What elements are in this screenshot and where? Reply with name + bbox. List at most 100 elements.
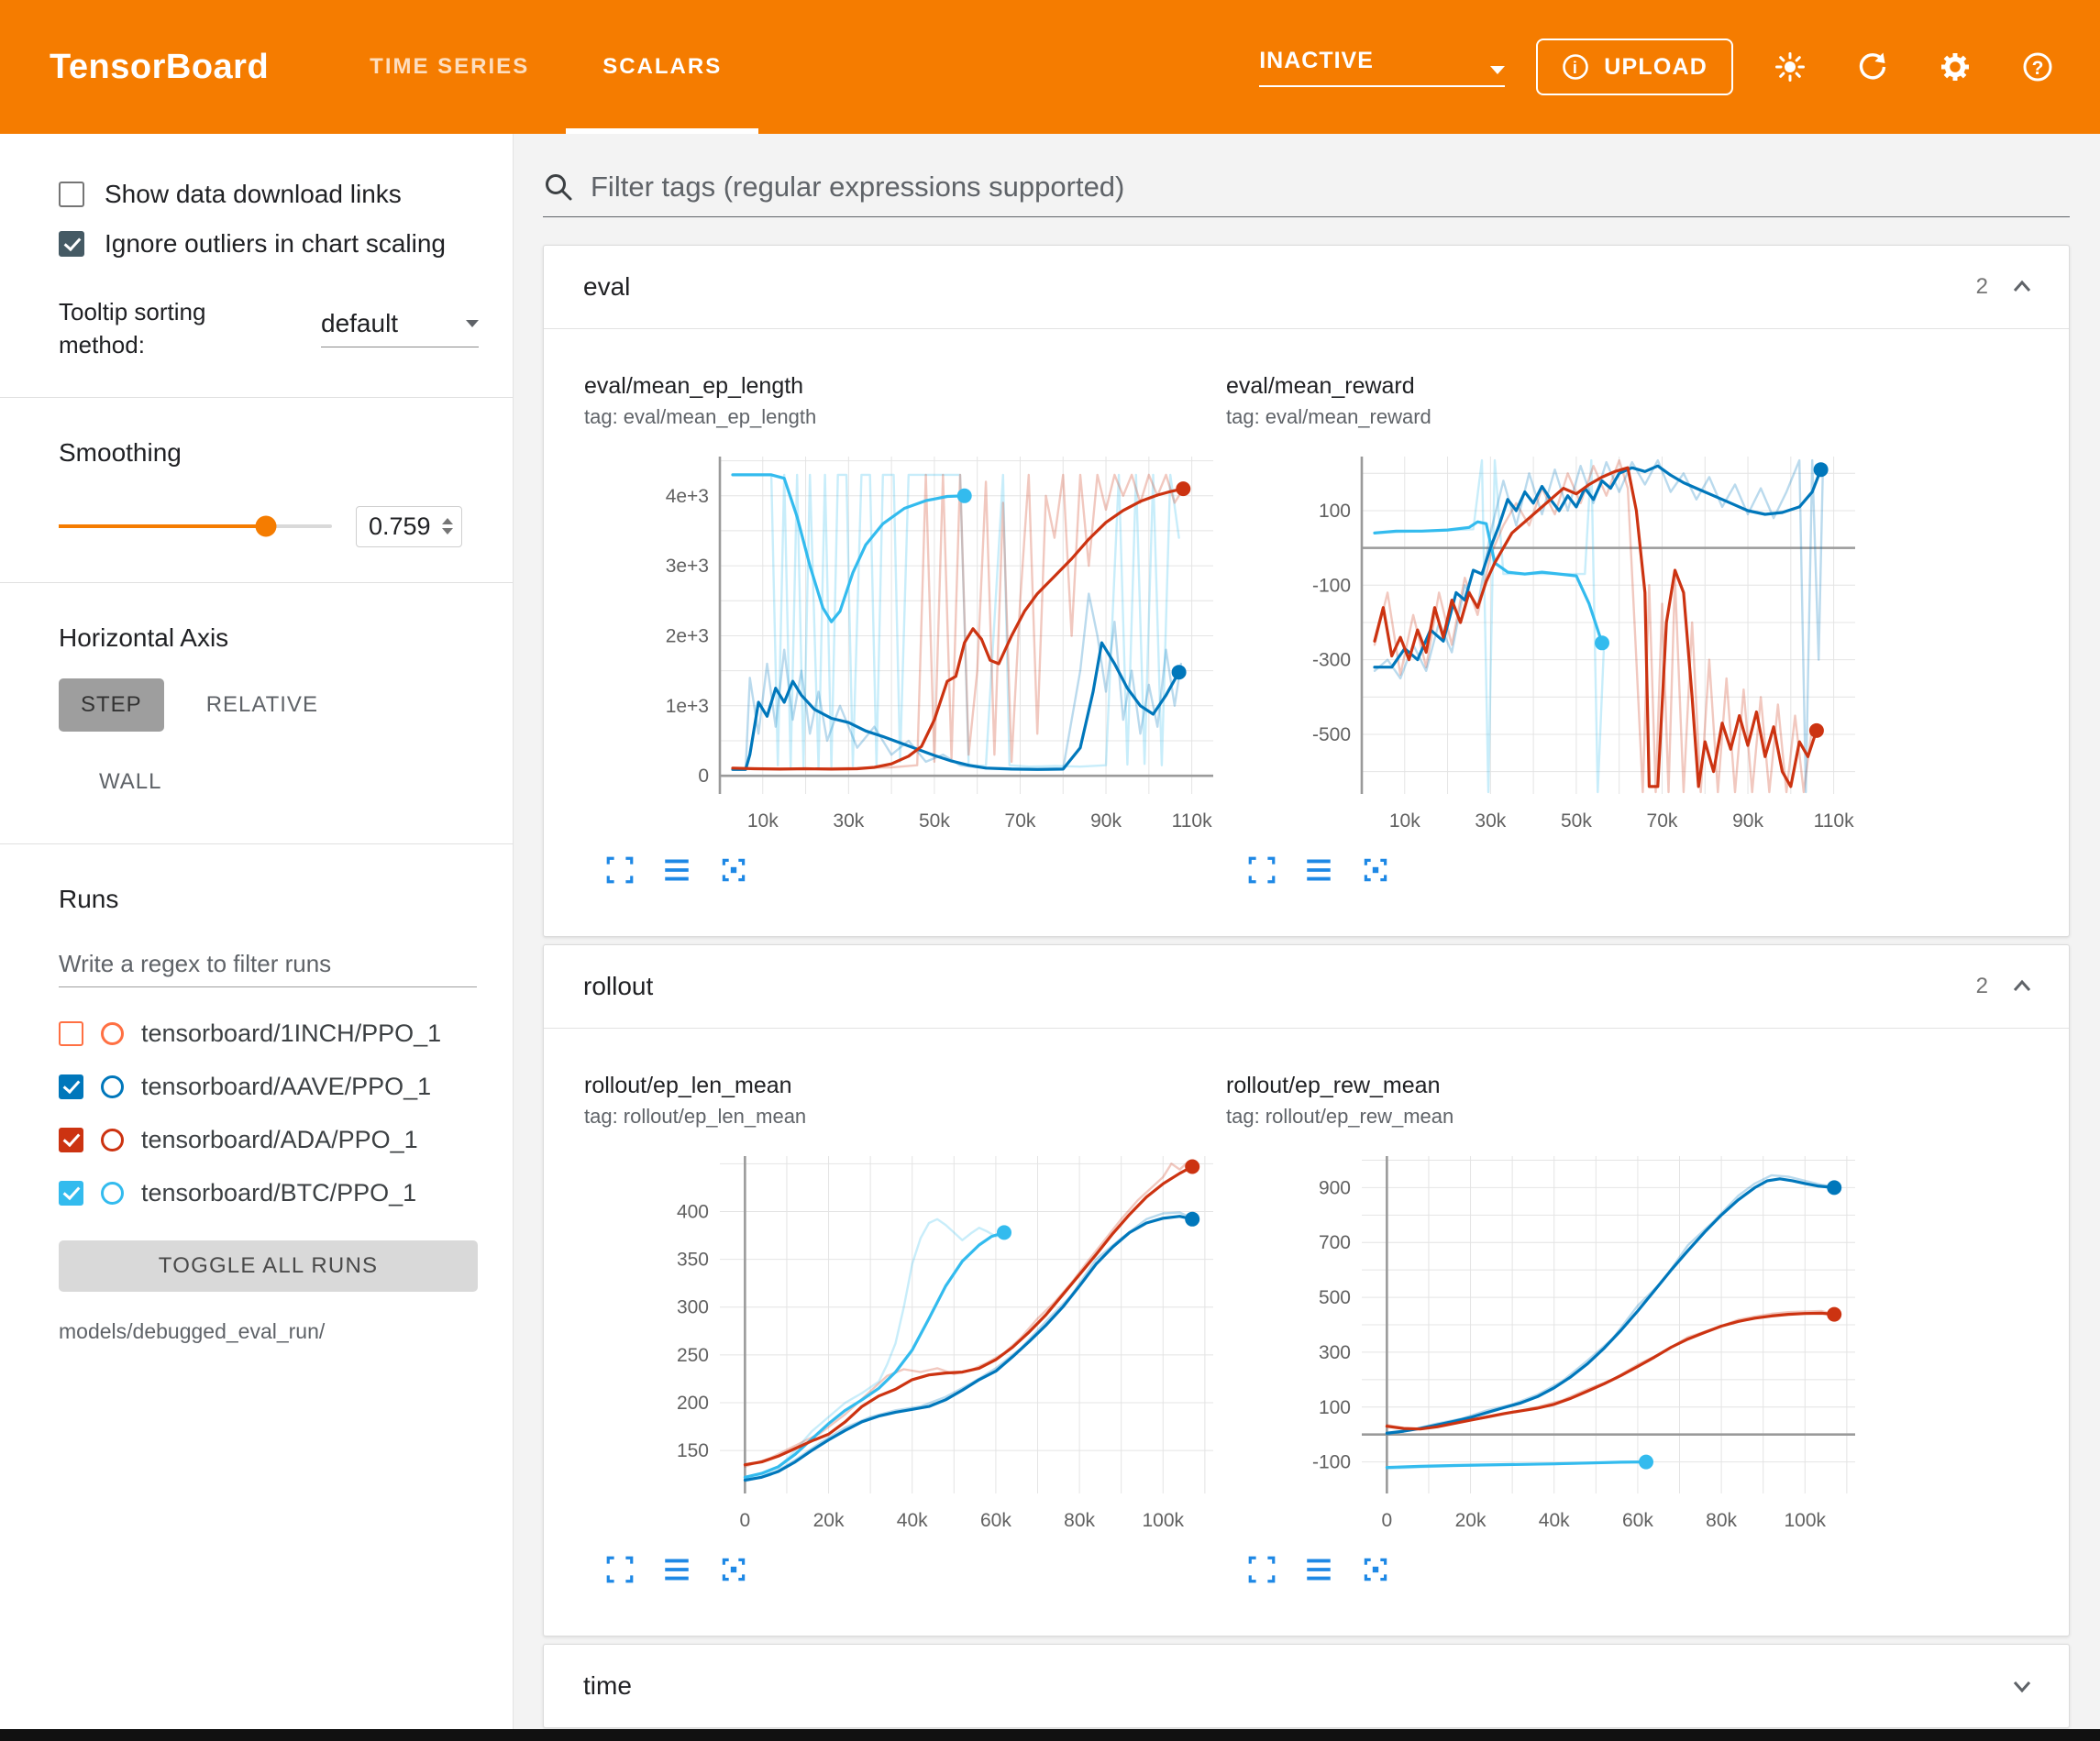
smoothing-value: 0.759 (369, 512, 431, 541)
sidebar-divider (0, 843, 513, 844)
svg-text:20k: 20k (1455, 1510, 1487, 1531)
chart-plot[interactable]: 020k40k60k80k100k-100100300500700900 (1277, 1143, 1868, 1544)
section-header-rollout[interactable]: rollout 2 (544, 945, 2069, 1028)
data-table-icon[interactable] (1303, 1554, 1334, 1585)
refresh-icon (1856, 50, 1889, 83)
settings-sidebar: Show data download links Ignore outliers… (0, 134, 514, 1741)
svg-text:4e+3: 4e+3 (666, 486, 709, 507)
svg-text:80k: 80k (1064, 1510, 1095, 1531)
section-title: rollout (583, 972, 653, 1001)
chart-tag: tag: eval/mean_reward (1226, 405, 1868, 429)
svg-text:100: 100 (1319, 1397, 1351, 1418)
axis-option-wall[interactable]: WALL (77, 755, 183, 809)
info-icon: i (1562, 53, 1589, 81)
chart-rollout-ep-len-mean: rollout/ep_len_mean tag: rollout/ep_len_… (584, 1073, 1226, 1588)
expand-chart-icon[interactable] (1246, 1554, 1277, 1585)
run-color-circle[interactable] (101, 1022, 124, 1045)
svg-text:900: 900 (1319, 1177, 1351, 1198)
chart-plot[interactable]: 10k30k50k70k90k110k-500-300-100100 (1277, 444, 1868, 844)
smoothing-slider-thumb[interactable] (256, 516, 277, 537)
ignore-outliers-checkbox[interactable] (59, 231, 84, 257)
toggle-all-runs-button[interactable]: TOGGLE ALL RUNS (59, 1240, 478, 1292)
reload-button[interactable] (1847, 41, 1898, 93)
runs-filter-input[interactable] (59, 942, 477, 987)
svg-text:110k: 110k (1172, 810, 1212, 832)
svg-text:100k: 100k (1785, 1510, 1827, 1531)
section-card-eval: eval 2 eval/mean_ep_length tag: eval/mea… (543, 245, 2070, 937)
svg-text:10k: 10k (1389, 810, 1420, 832)
tooltip-sorting-label: Tooltip sorting method: (59, 295, 242, 362)
expand-chart-icon[interactable] (604, 1554, 636, 1585)
smoothing-value-input[interactable]: 0.759 (356, 506, 462, 547)
run-color-circle[interactable] (101, 1075, 124, 1098)
chart-title: rollout/ep_len_mean (584, 1073, 1226, 1099)
upload-button[interactable]: i UPLOAD (1536, 39, 1733, 95)
sidebar-divider (0, 582, 513, 583)
section-card-rollout: rollout 2 rollout/ep_len_mean tag: rollo… (543, 944, 2070, 1636)
show-download-links-label: Show data download links (105, 180, 402, 209)
run-color-circle[interactable] (101, 1182, 124, 1205)
window-bottom-edge (0, 1729, 2100, 1741)
chart-title: eval/mean_ep_length (584, 373, 1226, 400)
svg-text:40k: 40k (1539, 1510, 1570, 1531)
tooltip-sorting-dropdown[interactable]: default (321, 309, 479, 347)
svg-text:1e+3: 1e+3 (666, 696, 709, 717)
svg-text:50k: 50k (919, 810, 950, 832)
fit-domain-icon[interactable] (1360, 854, 1391, 886)
svg-text:80k: 80k (1706, 1510, 1737, 1531)
gear-icon (1939, 50, 1972, 83)
tag-filter-input[interactable] (591, 171, 2070, 204)
run-label: tensorboard/BTC/PPO_1 (141, 1179, 416, 1207)
axis-option-step[interactable]: STEP (59, 678, 164, 732)
svg-text:3e+3: 3e+3 (666, 556, 709, 577)
search-icon (543, 171, 574, 203)
svg-text:i: i (1573, 59, 1578, 77)
section-header-eval[interactable]: eval 2 (544, 246, 2069, 328)
svg-text:300: 300 (1319, 1342, 1351, 1363)
axis-option-relative[interactable]: RELATIVE (184, 678, 340, 732)
smoothing-slider[interactable] (59, 524, 332, 528)
show-download-links-checkbox[interactable] (59, 182, 84, 207)
svg-text:90k: 90k (1090, 810, 1122, 832)
svg-text:200: 200 (677, 1393, 709, 1414)
run-checkbox[interactable] (59, 1181, 83, 1206)
fit-domain-icon[interactable] (718, 854, 749, 886)
expand-section-icon[interactable] (2008, 1672, 2036, 1700)
svg-text:110k: 110k (1814, 810, 1854, 832)
fit-domain-icon[interactable] (718, 1554, 749, 1585)
expand-chart-icon[interactable] (1246, 854, 1277, 886)
svg-text:100: 100 (1319, 501, 1351, 522)
smoothing-spinner[interactable] (442, 518, 453, 534)
run-checkbox[interactable] (59, 1128, 83, 1152)
expand-chart-icon[interactable] (604, 854, 636, 886)
tab-scalars[interactable]: SCALARS (566, 0, 758, 134)
status-dropdown[interactable]: INACTIVE (1259, 48, 1505, 87)
data-table-icon[interactable] (661, 1554, 692, 1585)
data-table-icon[interactable] (1303, 854, 1334, 886)
data-table-icon[interactable] (661, 854, 692, 886)
svg-text:?: ? (2032, 58, 2044, 79)
svg-text:2e+3: 2e+3 (666, 625, 709, 646)
chart-eval-mean-reward: eval/mean_reward tag: eval/mean_reward 1… (1226, 373, 1868, 888)
settings-button[interactable] (1929, 41, 1981, 93)
run-row: tensorboard/BTC/PPO_1 (59, 1167, 487, 1220)
run-list: tensorboard/1INCH/PPO_1tensorboard/AAVE/… (59, 1008, 487, 1220)
help-button[interactable]: ? (2012, 41, 2063, 93)
run-color-circle[interactable] (101, 1129, 124, 1151)
run-checkbox[interactable] (59, 1074, 83, 1099)
svg-text:10k: 10k (747, 810, 779, 832)
chart-title: eval/mean_reward (1226, 373, 1868, 400)
svg-text:300: 300 (677, 1297, 709, 1318)
fit-domain-icon[interactable] (1360, 1554, 1391, 1585)
svg-text:30k: 30k (833, 810, 864, 832)
section-header-time[interactable]: time (544, 1645, 2069, 1727)
collapse-section-icon[interactable] (2008, 973, 2036, 1000)
brightness-toggle-button[interactable] (1764, 41, 1816, 93)
collapse-section-icon[interactable] (2008, 273, 2036, 301)
chart-plot[interactable]: 10k30k50k70k90k110k01e+32e+33e+34e+3 (636, 444, 1226, 844)
brightness-icon (1774, 50, 1807, 83)
tooltip-sorting-value: default (321, 309, 398, 338)
tab-time-series[interactable]: TIME SERIES (333, 0, 566, 134)
run-checkbox[interactable] (59, 1021, 83, 1046)
chart-plot[interactable]: 020k40k60k80k100k150200250300350400 (636, 1143, 1226, 1544)
